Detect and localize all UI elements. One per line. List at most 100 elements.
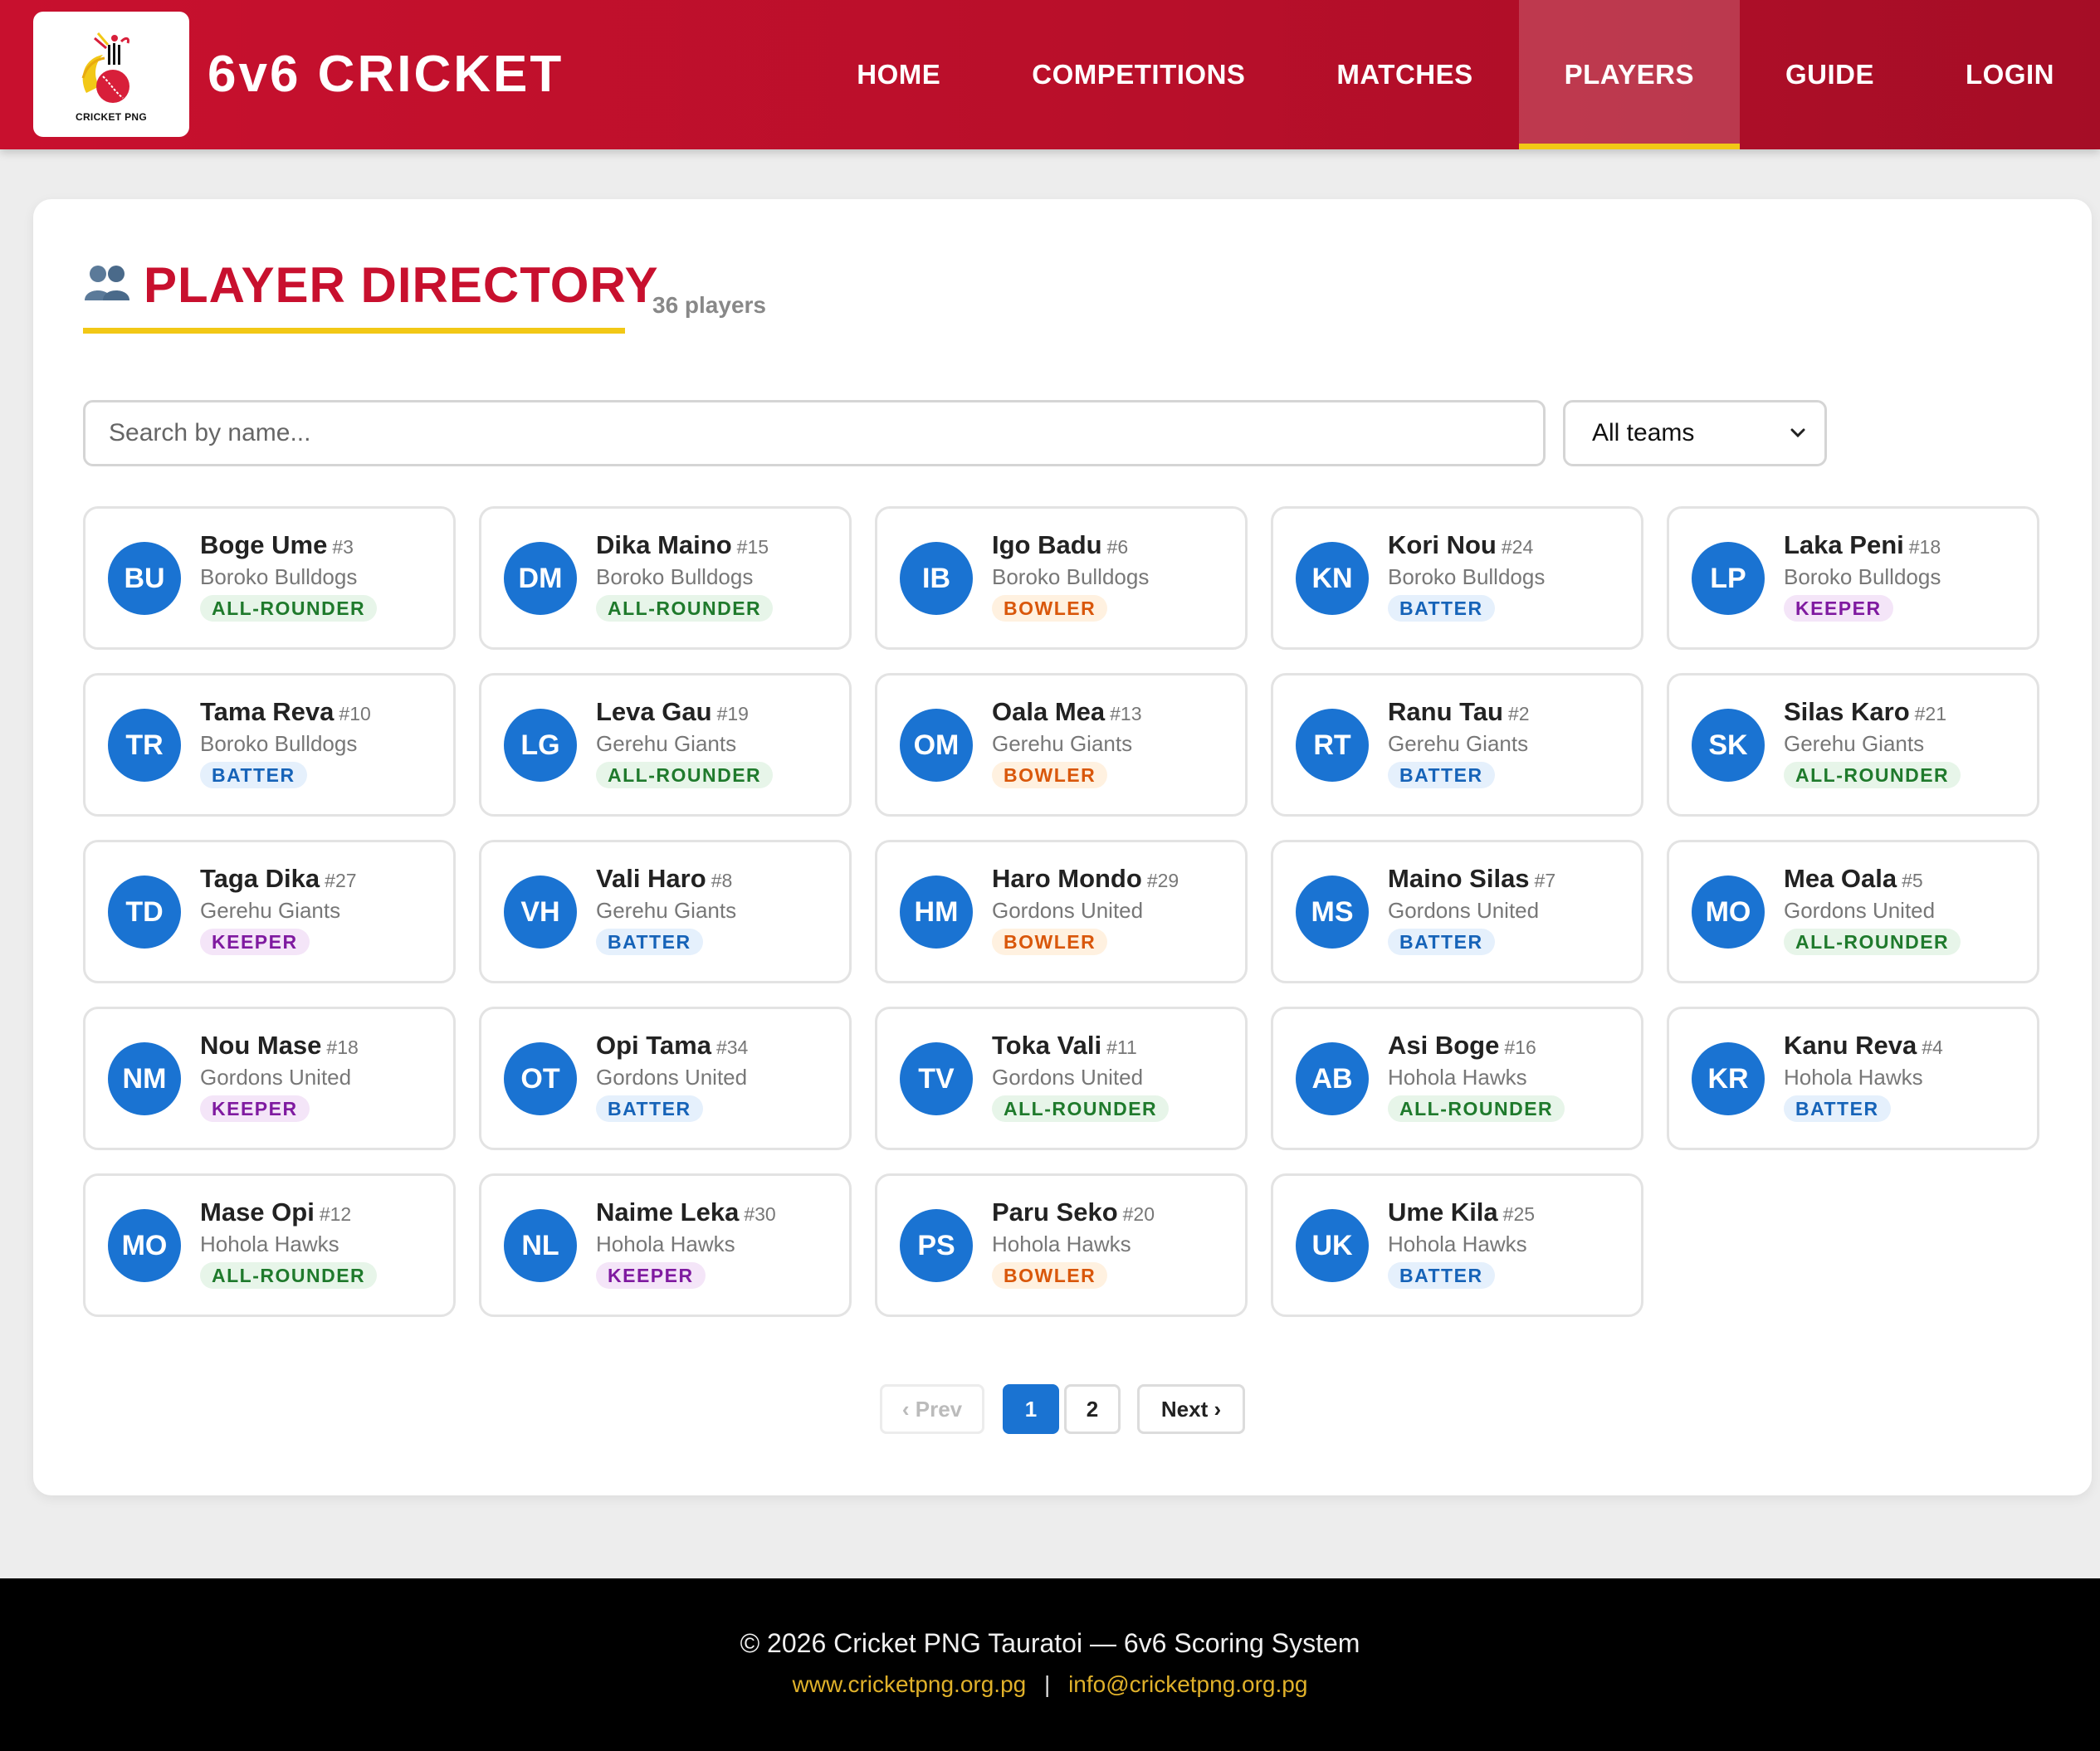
role-badge: ALL-ROUNDER <box>596 595 774 622</box>
player-card[interactable]: LG Leva Gau #19 Gerehu Giants ALL-ROUNDER <box>479 673 852 817</box>
player-card[interactable]: VH Vali Haro #8 Gerehu Giants BATTER <box>479 840 852 983</box>
pagination-next-button[interactable]: Next › <box>1137 1384 1245 1434</box>
player-avatar: OM <box>900 709 973 782</box>
player-avatar: DM <box>504 542 577 615</box>
player-number: #18 <box>326 1036 359 1058</box>
logo-text: CRICKET PNG <box>76 110 147 123</box>
player-card[interactable]: BU Boge Ume #3 Boroko Bulldogs ALL-ROUNDER <box>83 506 456 650</box>
nav-competitions[interactable]: COMPETITIONS <box>986 0 1291 149</box>
team-filter-select[interactable]: All teams <box>1563 400 1827 466</box>
pagination-page-2[interactable]: 2 <box>1064 1384 1121 1434</box>
player-name-line: Asi Boge #16 <box>1388 1031 1536 1062</box>
player-name-line: Ranu Tau #2 <box>1388 697 1530 729</box>
player-team: Hohola Hawks <box>992 1232 1131 1256</box>
player-card[interactable]: TV Toka Vali #11 Gordons United ALL-ROUNDER <box>875 1007 1248 1150</box>
cricket-png-logo[interactable]: CRICKET PNG <box>33 12 189 137</box>
player-card[interactable]: KN Kori Nou #24 Boroko Bulldogs BATTER <box>1271 506 1643 650</box>
player-avatar: MO <box>1692 876 1765 949</box>
footer-website-link[interactable]: www.cricketpng.org.pg <box>793 1671 1027 1697</box>
player-card[interactable]: RT Ranu Tau #2 Gerehu Giants BATTER <box>1271 673 1643 817</box>
footer-email-link[interactable]: info@cricketpng.org.pg <box>1068 1671 1307 1697</box>
role-badge: BATTER <box>596 929 703 955</box>
pagination-prev-button[interactable]: ‹ Prev <box>880 1384 984 1434</box>
player-number: #24 <box>1501 536 1534 558</box>
player-team: Boroko Bulldogs <box>992 564 1150 589</box>
player-number: #11 <box>1106 1036 1137 1058</box>
player-team: Gerehu Giants <box>1784 731 1925 756</box>
player-name: Tama Reva <box>200 697 335 726</box>
player-avatar: RT <box>1296 709 1369 782</box>
player-team: Gordons United <box>1784 898 1936 923</box>
player-card[interactable]: MO Mase Opi #12 Hohola Hawks ALL-ROUNDER <box>83 1173 456 1317</box>
player-card[interactable]: SK Silas Karo #21 Gerehu Giants ALL-ROUNDER <box>1667 673 2039 817</box>
player-card[interactable]: LP Laka Peni #18 Boroko Bulldogs KEEPER <box>1667 506 2039 650</box>
player-avatar: IB <box>900 542 973 615</box>
player-team: Gordons United <box>1388 898 1540 923</box>
player-name: Mea Oala <box>1784 864 1897 893</box>
player-card[interactable]: IB Igo Badu #6 Boroko Bulldogs BOWLER <box>875 506 1248 650</box>
player-card[interactable]: PS Paru Seko #20 Hohola Hawks BOWLER <box>875 1173 1248 1317</box>
player-card[interactable]: MS Maino Silas #7 Gordons United BATTER <box>1271 840 1643 983</box>
player-card[interactable]: TD Taga Dika #27 Gerehu Giants KEEPER <box>83 840 456 983</box>
player-avatar: TV <box>900 1042 973 1115</box>
player-number: #13 <box>1110 703 1142 724</box>
page-title-block: PLAYER DIRECTORY <box>83 251 658 334</box>
player-number: #7 <box>1534 870 1556 891</box>
player-card[interactable]: NM Nou Mase #18 Gordons United KEEPER <box>83 1007 456 1150</box>
nav-guide[interactable]: GUIDE <box>1740 0 1920 149</box>
role-badge: ALL-ROUNDER <box>1784 929 1961 955</box>
role-badge: BATTER <box>1388 595 1495 622</box>
player-number: #10 <box>339 703 371 724</box>
player-name: Maino Silas <box>1388 864 1530 893</box>
player-card[interactable]: OT Opi Tama #34 Gordons United BATTER <box>479 1007 852 1150</box>
player-name: Asi Boge <box>1388 1031 1500 1060</box>
role-badge: BATTER <box>1388 1262 1495 1289</box>
player-number: #20 <box>1122 1203 1155 1225</box>
player-count: 36 players <box>652 292 766 318</box>
site-footer: © 2026 Cricket PNG Tauratoi — 6v6 Scorin… <box>0 1578 2100 1751</box>
player-name: Oala Mea <box>992 697 1106 726</box>
player-name-line: Dika Maino #15 <box>596 530 769 562</box>
player-card[interactable]: KR Kanu Reva #4 Hohola Hawks BATTER <box>1667 1007 2039 1150</box>
site-header: CRICKET PNG 6v6 CRICKET HOME COMPETITION… <box>0 0 2100 149</box>
role-badge: KEEPER <box>200 1095 310 1122</box>
nav-home[interactable]: HOME <box>811 0 986 149</box>
player-directory-card: PLAYER DIRECTORY 36 players All teams BU… <box>33 199 2092 1495</box>
pagination-page-1[interactable]: 1 <box>1003 1384 1059 1434</box>
role-badge: BOWLER <box>992 762 1108 788</box>
player-team: Gordons United <box>992 898 1144 923</box>
player-team: Hohola Hawks <box>596 1232 735 1256</box>
nav-players[interactable]: PLAYERS <box>1518 0 1740 149</box>
player-avatar: MS <box>1296 876 1369 949</box>
main-nav: HOME COMPETITIONS MATCHES PLAYERS GUIDE … <box>811 0 2100 149</box>
player-name-line: Vali Haro #8 <box>596 864 732 895</box>
player-name-line: Boge Ume #3 <box>200 530 354 562</box>
player-name: Toka Vali <box>992 1031 1102 1060</box>
player-team: Gerehu Giants <box>200 898 341 923</box>
player-card[interactable]: HM Haro Mondo #29 Gordons United BOWLER <box>875 840 1248 983</box>
player-number: #19 <box>716 703 749 724</box>
player-avatar: HM <box>900 876 973 949</box>
player-card[interactable]: TR Tama Reva #10 Boroko Bulldogs BATTER <box>83 673 456 817</box>
player-card[interactable]: OM Oala Mea #13 Gerehu Giants BOWLER <box>875 673 1248 817</box>
nav-matches[interactable]: MATCHES <box>1291 0 1518 149</box>
player-team: Boroko Bulldogs <box>200 564 358 589</box>
player-number: #12 <box>319 1203 352 1225</box>
player-card[interactable]: MO Mea Oala #5 Gordons United ALL-ROUNDER <box>1667 840 2039 983</box>
player-number: #4 <box>1922 1036 1943 1058</box>
player-card[interactable]: DM Dika Maino #15 Boroko Bulldogs ALL-ROUNDE… <box>479 506 852 650</box>
role-badge: BOWLER <box>992 929 1108 955</box>
player-name: Paru Seko <box>992 1197 1118 1227</box>
search-input[interactable] <box>83 400 1546 466</box>
brand-title[interactable]: 6v6 CRICKET <box>208 43 564 106</box>
player-team: Gerehu Giants <box>992 731 1133 756</box>
player-team: Boroko Bulldogs <box>596 564 754 589</box>
nav-login[interactable]: LOGIN <box>1920 0 2100 149</box>
player-name-line: Oala Mea #13 <box>992 697 1142 729</box>
player-name-line: Laka Peni #18 <box>1784 530 1941 562</box>
player-name-line: Igo Badu #6 <box>992 530 1128 562</box>
player-card[interactable]: AB Asi Boge #16 Hohola Hawks ALL-ROUNDER <box>1271 1007 1643 1150</box>
player-card[interactable]: UK Ume Kila #25 Hohola Hawks BATTER <box>1271 1173 1643 1317</box>
player-card[interactable]: NL Naime Leka #30 Hohola Hawks KEEPER <box>479 1173 852 1317</box>
role-badge: BATTER <box>200 762 307 788</box>
